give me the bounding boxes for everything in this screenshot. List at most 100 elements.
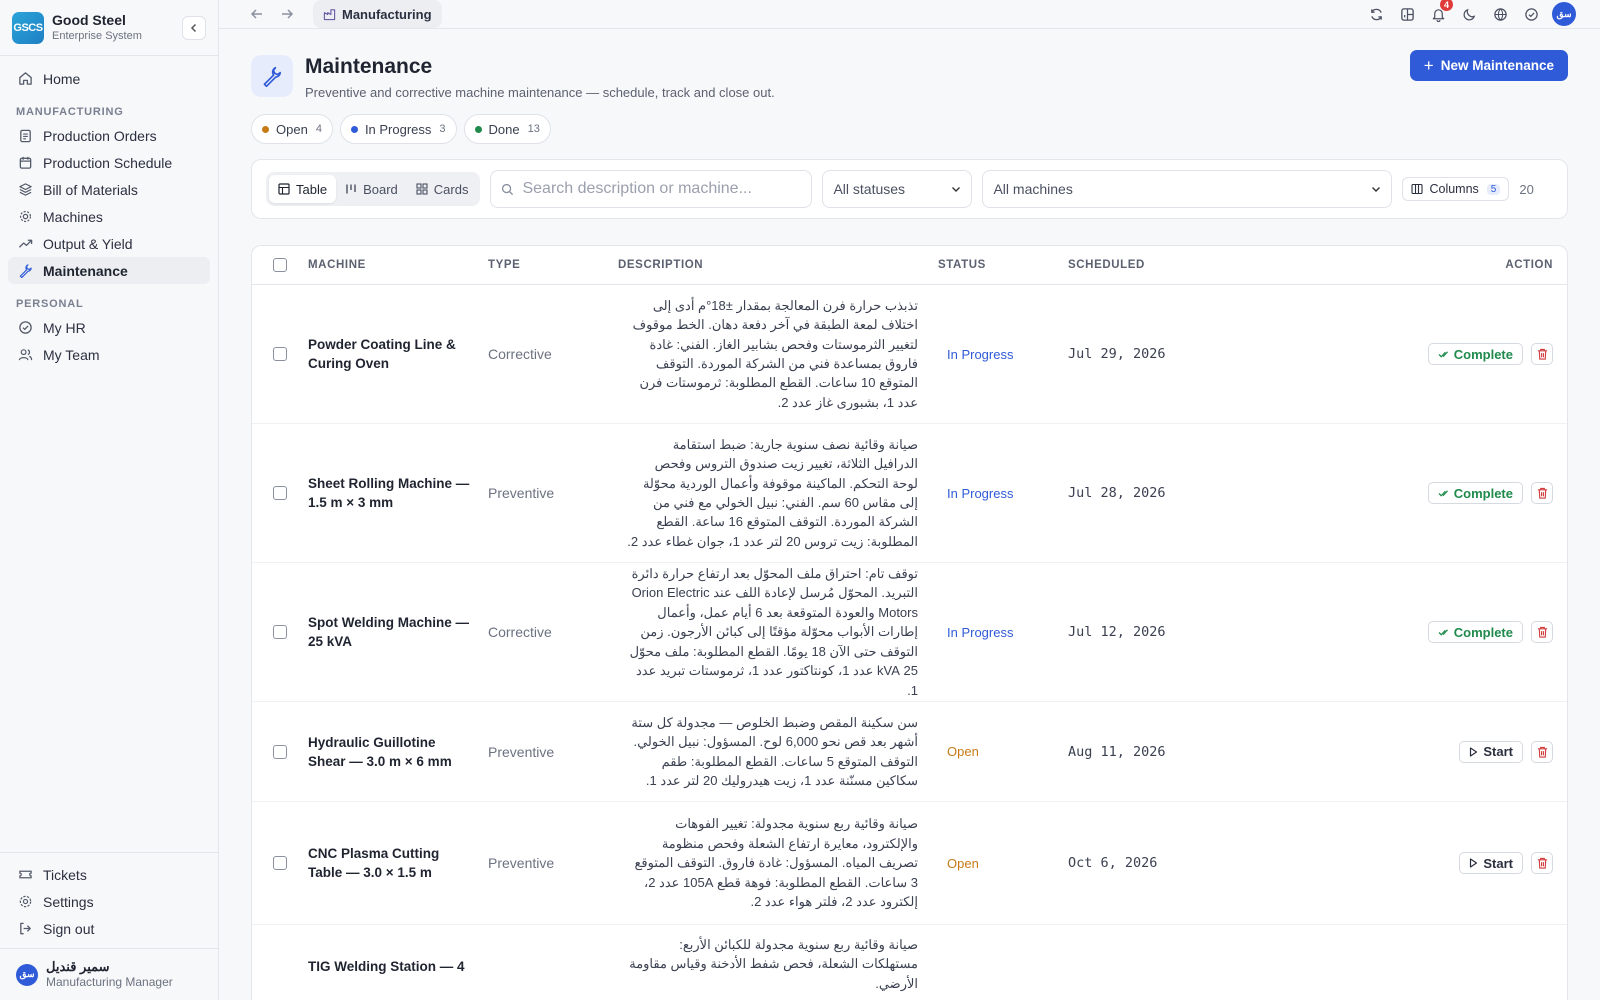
sidebar-item-production-schedule[interactable]: Production Schedule bbox=[8, 149, 210, 176]
forward-button[interactable] bbox=[277, 4, 297, 24]
sidebar-item-sign-out[interactable]: Sign out bbox=[8, 915, 210, 942]
columns-icon bbox=[1411, 183, 1424, 195]
row-checkbox[interactable] bbox=[273, 347, 287, 361]
sidebar-item-settings[interactable]: Settings bbox=[8, 888, 210, 915]
description: صيانة وقائية ربع سنوية مجدولة للكبائن ال… bbox=[629, 937, 918, 991]
sidebar-item-label: Home bbox=[43, 70, 81, 87]
row-checkbox[interactable] bbox=[273, 856, 287, 870]
double-check-icon bbox=[1438, 350, 1449, 359]
complete-button[interactable]: Complete bbox=[1427, 482, 1523, 504]
nav-section-personal: PERSONAL bbox=[16, 298, 84, 310]
sidebar-item-maintenance[interactable]: Maintenance bbox=[8, 257, 210, 284]
table-row[interactable]: Sheet Rolling Machine — 1.5 m × 3 mm Pre… bbox=[252, 424, 1567, 563]
chip-label: In Progress bbox=[364, 121, 432, 137]
sidebar-item-machines[interactable]: Machines bbox=[8, 203, 210, 230]
play-icon bbox=[1469, 858, 1478, 868]
delete-button[interactable] bbox=[1531, 852, 1553, 874]
search-input[interactable] bbox=[522, 180, 793, 198]
table-row[interactable]: Spot Welding Machine — 25 kVA Corrective… bbox=[252, 563, 1567, 702]
sidebar-item-home[interactable]: Home bbox=[8, 65, 210, 92]
view-board-button[interactable]: Board bbox=[336, 175, 407, 203]
header-type[interactable]: TYPE bbox=[488, 259, 618, 271]
delete-button[interactable] bbox=[1531, 343, 1553, 365]
start-button[interactable]: Start bbox=[1459, 740, 1523, 763]
chip-label: Open bbox=[276, 121, 308, 137]
sidebar-item-bill-of-materials[interactable]: Bill of Materials bbox=[8, 176, 210, 203]
row-checkbox[interactable] bbox=[273, 744, 287, 759]
status-filter-select[interactable]: All statuses bbox=[822, 170, 973, 208]
tasks-button[interactable] bbox=[1520, 3, 1542, 25]
header-status[interactable]: STATUS bbox=[938, 259, 1068, 271]
sidebar-item-my-hr[interactable]: My HR bbox=[8, 314, 210, 341]
select-all-checkbox[interactable] bbox=[273, 258, 287, 272]
sidebar-bottom-nav: Tickets Settings Sign out bbox=[0, 852, 218, 948]
theme-toggle-button[interactable] bbox=[1458, 3, 1480, 25]
view-table-button[interactable]: Table bbox=[269, 175, 337, 203]
layers-icon bbox=[17, 182, 33, 198]
view-label: Cards bbox=[433, 181, 469, 197]
user-name: سمير قنديل bbox=[46, 959, 110, 974]
sidebar-item-label: Sign out bbox=[43, 920, 95, 937]
brand: GSCS Good Steel Enterprise System bbox=[0, 0, 218, 56]
header-description[interactable]: DESCRIPTION bbox=[618, 259, 938, 271]
header-machine[interactable]: MACHINE bbox=[308, 259, 488, 271]
table-row[interactable]: Hydraulic Guillotine Shear — 3.0 m × 6 m… bbox=[252, 702, 1567, 802]
breadcrumb-label: Manufacturing bbox=[342, 6, 432, 22]
columns-button[interactable]: Columns 5 bbox=[1402, 177, 1510, 201]
language-button[interactable] bbox=[1489, 3, 1511, 25]
globe-icon bbox=[1493, 7, 1507, 21]
delete-button[interactable] bbox=[1531, 482, 1553, 504]
sidebar-item-production-orders[interactable]: Production Orders bbox=[8, 122, 210, 149]
row-checkbox[interactable] bbox=[273, 486, 287, 500]
sidebar-item-my-team[interactable]: My Team bbox=[8, 341, 210, 368]
search-icon bbox=[501, 183, 514, 196]
scheduled-date: Jul 29, 2026 bbox=[1068, 346, 1166, 362]
sidebar-item-label: Bill of Materials bbox=[43, 181, 138, 198]
double-check-icon bbox=[1438, 628, 1449, 637]
sidebar-item-label: Maintenance bbox=[43, 262, 128, 279]
row-checkbox[interactable] bbox=[273, 625, 287, 639]
avatar[interactable]: سق bbox=[1552, 2, 1576, 26]
sidebar-nav: Home MANUFACTURING Production Orders Pro… bbox=[0, 56, 218, 852]
collapse-sidebar-button[interactable] bbox=[182, 16, 206, 40]
start-button[interactable]: Start bbox=[1459, 852, 1523, 874]
refresh-icon bbox=[1370, 8, 1382, 20]
notifications-button[interactable]: 4 bbox=[1427, 0, 1453, 25]
new-maintenance-button[interactable]: + New Maintenance bbox=[1409, 50, 1568, 81]
back-button[interactable] bbox=[247, 4, 267, 24]
sidebar-item-tickets[interactable]: Tickets bbox=[8, 861, 210, 888]
maintenance-type: Preventive bbox=[488, 485, 555, 501]
avatar: سق bbox=[16, 963, 38, 986]
table-row[interactable]: Powder Coating Line & Curing Oven Correc… bbox=[252, 285, 1567, 424]
complete-button[interactable]: Complete bbox=[1427, 343, 1523, 365]
delete-button[interactable] bbox=[1531, 740, 1553, 763]
delete-button[interactable] bbox=[1531, 621, 1553, 643]
machine-name: Powder Coating Line & Curing Oven bbox=[308, 337, 456, 371]
description: توقف تام: احتراق ملف المحوّل بعد ارتفاع … bbox=[629, 566, 918, 698]
breadcrumb[interactable]: Manufacturing bbox=[313, 0, 442, 28]
refresh-button[interactable] bbox=[1365, 3, 1387, 25]
chip-label: Done bbox=[488, 121, 520, 137]
header-scheduled[interactable]: SCHEDULED bbox=[1068, 259, 1288, 271]
sidebar: GSCS Good Steel Enterprise System Home M… bbox=[0, 0, 219, 1000]
table-row[interactable]: CNC Plasma Cutting Table — 3.0 × 1.5 m P… bbox=[252, 802, 1567, 925]
chip-open[interactable]: Open 4 bbox=[251, 114, 333, 144]
apps-button[interactable] bbox=[1396, 3, 1418, 25]
gear-icon bbox=[17, 209, 33, 225]
wrench-icon bbox=[17, 263, 33, 279]
calendar-icon bbox=[17, 155, 33, 171]
maintenance-type: Corrective bbox=[488, 624, 552, 640]
chip-done[interactable]: Done 13 bbox=[463, 114, 551, 144]
machine-filter-select[interactable]: All machines bbox=[982, 170, 1393, 208]
current-user[interactable]: سق سمير قنديل Manufacturing Manager bbox=[0, 948, 218, 1000]
table-row[interactable]: TIG Welding Station — 4 صيانة وقائية ربع… bbox=[252, 925, 1567, 1000]
scheduled-date: Jul 12, 2026 bbox=[1068, 624, 1166, 640]
status-chips: Open 4 In Progress 3 Done 13 bbox=[251, 114, 1568, 144]
complete-button[interactable]: Complete bbox=[1427, 621, 1523, 643]
chip-in-progress[interactable]: In Progress 3 bbox=[339, 114, 457, 144]
brand-name: Good Steel bbox=[52, 12, 126, 28]
description: صيانة وقائية ربع سنوية مجدولة: تغيير الف… bbox=[634, 816, 918, 910]
status-dot bbox=[350, 125, 358, 133]
sidebar-item-output-yield[interactable]: Output & Yield bbox=[8, 230, 210, 257]
view-cards-button[interactable]: Cards bbox=[407, 175, 478, 203]
